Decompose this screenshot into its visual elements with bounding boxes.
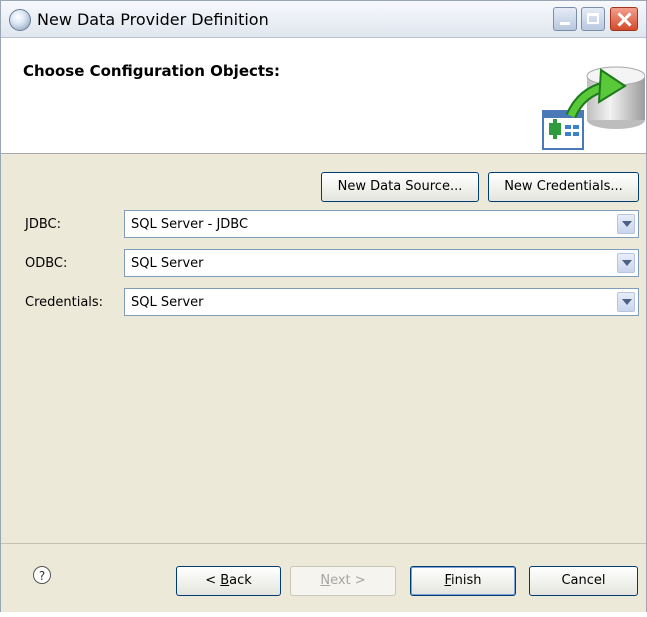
wizard-footer: ? < Back Next > Finish Cancel: [1, 543, 646, 612]
back-button[interactable]: < Back: [176, 566, 281, 596]
finish-rest: inish: [451, 573, 482, 588]
data-provider-icon: [9, 9, 31, 31]
maximize-button[interactable]: [581, 7, 605, 31]
jdbc-label: JDBC:: [25, 217, 61, 232]
add-table-icon: [542, 110, 584, 150]
close-button[interactable]: [610, 7, 638, 31]
odbc-combo-value: SQL Server: [131, 256, 204, 271]
window-title: New Data Provider Definition: [37, 10, 269, 29]
next-rest: ext >: [330, 573, 366, 588]
jdbc-combo-value: SQL Server - JDBC: [131, 217, 249, 232]
wizard-header: Choose Configuration Objects:: [1, 38, 646, 154]
title-bar[interactable]: New Data Provider Definition: [1, 1, 646, 38]
new-data-source-button[interactable]: New Data Source...: [321, 172, 479, 202]
chevron-down-icon[interactable]: [617, 292, 635, 312]
back-rest: ack: [229, 573, 252, 588]
credentials-combo-value: SQL Server: [131, 295, 204, 310]
chevron-down-icon[interactable]: [617, 253, 635, 273]
jdbc-combo[interactable]: SQL Server - JDBC: [124, 210, 639, 238]
cancel-button[interactable]: Cancel: [529, 566, 638, 596]
next-button[interactable]: Next >: [290, 566, 396, 596]
minimize-button[interactable]: [553, 7, 577, 31]
back-mnemonic: B: [220, 573, 230, 588]
help-icon[interactable]: ?: [33, 566, 51, 584]
odbc-label: ODBC:: [25, 256, 68, 271]
database-cylinder-icon: [586, 66, 645, 129]
credentials-combo[interactable]: SQL Server: [124, 288, 639, 316]
new-credentials-button[interactable]: New Credentials...: [488, 172, 639, 202]
chevron-down-icon[interactable]: [617, 214, 635, 234]
credentials-label: Credentials:: [25, 295, 104, 310]
back-prefix: <: [205, 573, 221, 588]
wizard-window: New Data Provider Definition Choose Conf…: [0, 0, 647, 612]
next-mnemonic: N: [320, 573, 331, 588]
wizard-banner-icon: [542, 66, 645, 150]
finish-button[interactable]: Finish: [410, 566, 516, 596]
page-title: Choose Configuration Objects:: [23, 62, 280, 80]
wizard-content: New Data Source... New Credentials... JD…: [1, 154, 646, 542]
odbc-combo[interactable]: SQL Server: [124, 249, 639, 277]
